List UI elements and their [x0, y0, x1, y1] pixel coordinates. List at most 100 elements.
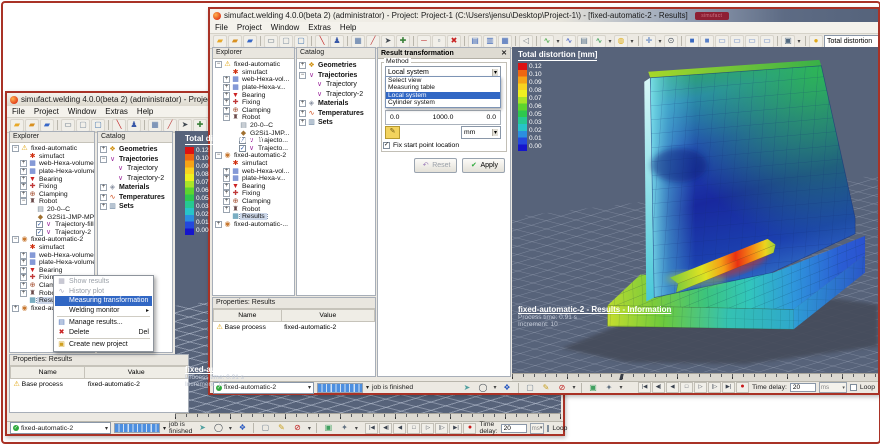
- tree-item[interactable]: +∿Temperatures: [297, 109, 375, 119]
- tree-expander-icon[interactable]: +: [20, 274, 27, 281]
- transform-values-row[interactable]: 0.0 1000.0 0.0: [385, 110, 501, 125]
- tree-item[interactable]: −♜Robot: [10, 198, 94, 206]
- step-forward-button[interactable]: |▷: [435, 423, 448, 434]
- nav-prev-button[interactable]: ➤: [195, 422, 209, 435]
- export-page-button[interactable]: ▢: [294, 35, 308, 48]
- view-top-button[interactable]: ▭: [745, 35, 759, 48]
- tree-expander-icon[interactable]: +: [100, 146, 107, 153]
- dropdown-caret-icon[interactable]: ▾: [492, 384, 498, 391]
- checkbox[interactable]: ✓: [36, 229, 43, 236]
- view-back-button[interactable]: ■: [700, 35, 714, 48]
- dropdown-caret-icon[interactable]: ▾: [571, 384, 577, 391]
- display-mode-button[interactable]: ▣: [781, 35, 795, 48]
- view-front-button[interactable]: ■: [685, 35, 699, 48]
- simufact-blue-button[interactable]: ❖: [235, 422, 249, 435]
- tree-item[interactable]: −∨Trajectories: [98, 155, 172, 165]
- back-property-row[interactable]: ⚠ Base process fixed-automatic-2: [11, 379, 188, 391]
- back-time-delay-input[interactable]: [501, 424, 527, 433]
- tree-expander-icon[interactable]: +: [20, 168, 27, 175]
- tree-item[interactable]: +▦web-Hexa-volume: [10, 251, 94, 259]
- save-project-button[interactable]: ▰: [40, 119, 54, 132]
- zoom-tool-button[interactable]: ⊙: [664, 35, 678, 48]
- tree-item[interactable]: ∨Trajectory: [297, 80, 375, 90]
- dropdown-option[interactable]: Measuring table: [386, 84, 500, 91]
- result-type-select[interactable]: Total distortion ▾: [824, 35, 878, 48]
- mesh-view-button[interactable]: ▦: [351, 35, 365, 48]
- tree-expander-icon[interactable]: +: [299, 100, 306, 107]
- step-back-button[interactable]: ◀|: [379, 423, 392, 434]
- select-box-button[interactable]: ▫: [432, 35, 446, 48]
- menu-item-window[interactable]: Window: [68, 107, 96, 116]
- context-menu-item[interactable]: ▣Create new project: [55, 340, 152, 350]
- dropdown-caret-icon[interactable]: ▾: [306, 425, 312, 432]
- tree-item[interactable]: +▼Bearing: [10, 175, 94, 183]
- step-back-button[interactable]: ◀|: [652, 382, 665, 393]
- fix-start-point-checkbox[interactable]: ✓: [383, 142, 390, 149]
- tree-item[interactable]: +▼Bearing: [213, 91, 294, 99]
- tree-expander-icon[interactable]: +: [20, 252, 27, 259]
- tree-item[interactable]: +▦web-Hexa-vol...: [213, 76, 294, 84]
- tree-expander-icon[interactable]: +: [223, 84, 230, 91]
- chevron-down-icon[interactable]: ▾: [163, 425, 166, 432]
- tree-expander-icon[interactable]: +: [20, 282, 27, 289]
- back-time-unit-select[interactable]: ms▾: [530, 423, 545, 434]
- tree-item[interactable]: ▤20-0--C: [213, 122, 294, 130]
- tree-expander-icon[interactable]: +: [20, 290, 27, 297]
- measure-tool-button[interactable]: ╲: [112, 119, 126, 132]
- annotate-button[interactable]: ✎: [274, 422, 288, 435]
- chevron-down-icon[interactable]: ▾: [366, 384, 369, 391]
- tree-expander-icon[interactable]: −: [299, 72, 306, 79]
- loop-checkbox[interactable]: [850, 384, 857, 391]
- tree-item[interactable]: +▦web-Hexa-volume: [10, 160, 94, 168]
- checkbox[interactable]: ✓: [36, 221, 43, 228]
- tree-expander-icon[interactable]: −: [100, 156, 107, 163]
- add-point-button[interactable]: ✚: [396, 35, 410, 48]
- dropdown-option[interactable]: Select view: [386, 77, 500, 84]
- dropdown-caret-icon[interactable]: ▾: [796, 38, 802, 45]
- front-3d-viewport[interactable]: Total distortion [mm] 0.120.100.090.080.…: [512, 47, 878, 373]
- tree-expander-icon[interactable]: +: [100, 194, 107, 201]
- user-button[interactable]: ♟: [330, 35, 344, 48]
- menu-item-window[interactable]: Window: [271, 23, 299, 32]
- tree-expander-icon[interactable]: +: [20, 259, 27, 266]
- add-point-button[interactable]: ✚: [193, 119, 207, 132]
- tree-item[interactable]: +∿Temperatures: [98, 193, 172, 203]
- time-delay-input[interactable]: [790, 383, 816, 392]
- stop-button[interactable]: □: [680, 382, 693, 393]
- tree-item[interactable]: −∨Trajectories: [297, 71, 375, 81]
- reset-button[interactable]: ↶ Reset: [414, 158, 457, 173]
- chart-doc-button[interactable]: ▤: [577, 35, 591, 48]
- tree-expander-icon[interactable]: +: [20, 183, 27, 190]
- context-menu-item[interactable]: Welding monitor▸: [55, 306, 152, 316]
- chart-blue-button[interactable]: ∿: [562, 35, 576, 48]
- back-loop-checkbox[interactable]: [547, 425, 549, 432]
- play-reverse-button[interactable]: ◀: [393, 423, 406, 434]
- simufact-blue-button[interactable]: ❖: [500, 381, 514, 394]
- tree-item[interactable]: +❖Geometries: [297, 61, 375, 71]
- dropdown-caret-icon[interactable]: ▾: [555, 38, 561, 45]
- record-button[interactable]: ●: [736, 382, 749, 393]
- settings-button[interactable]: ✦: [337, 422, 351, 435]
- chart-green-button[interactable]: ∿: [540, 35, 554, 48]
- tree-expander-icon[interactable]: −: [215, 61, 222, 68]
- tree-expander-icon[interactable]: +: [223, 92, 230, 99]
- dropdown-caret-icon[interactable]: ▾: [607, 38, 613, 45]
- ruler-button[interactable]: ╱: [163, 119, 177, 132]
- stop-button[interactable]: □: [407, 423, 420, 434]
- go-first-button[interactable]: |◀: [365, 423, 378, 434]
- lock-button[interactable]: ●: [809, 35, 823, 48]
- menu-item-extras[interactable]: Extras: [105, 107, 128, 116]
- copy-button[interactable]: ▤: [468, 35, 482, 48]
- nav-prev-button[interactable]: ➤: [460, 381, 474, 394]
- stop-ring-button[interactable]: ◯: [476, 381, 490, 394]
- tree-item[interactable]: +▼Bearing: [10, 267, 94, 275]
- view-iso-button[interactable]: ▭: [760, 35, 774, 48]
- cursor-button[interactable]: ➤: [178, 119, 192, 132]
- frame-button[interactable]: ▢: [523, 381, 537, 394]
- tree-expander-icon[interactable]: +: [223, 76, 230, 83]
- tree-item[interactable]: +◈Materials: [297, 99, 375, 109]
- no-record-button[interactable]: ⊘: [290, 422, 304, 435]
- time-unit-select[interactable]: ms▾: [819, 382, 847, 393]
- tree-expander-icon[interactable]: +: [20, 191, 27, 198]
- tree-expander-icon[interactable]: +: [299, 119, 306, 126]
